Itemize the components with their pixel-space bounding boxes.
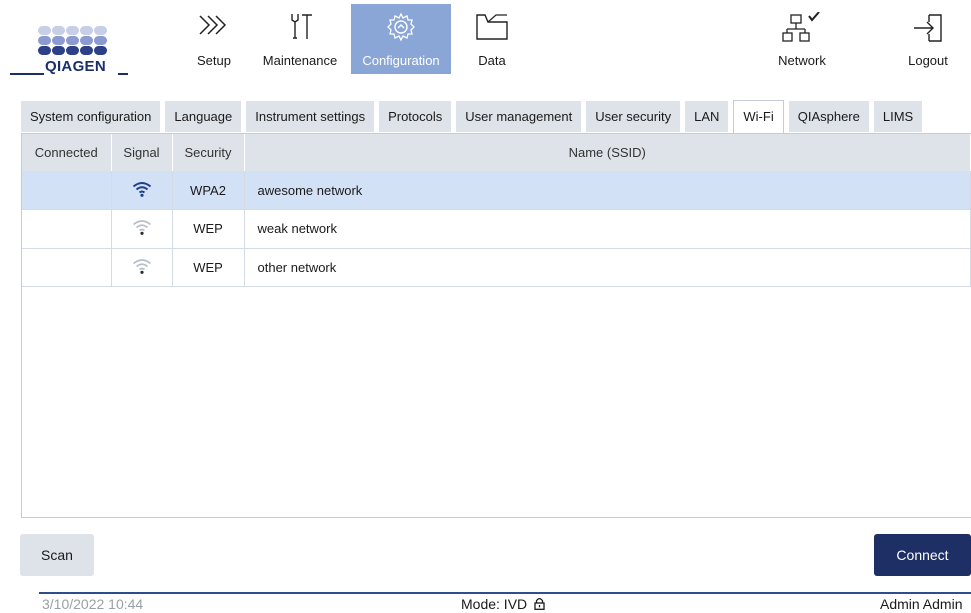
header-security: Security: [172, 134, 245, 171]
tab-qiasphere[interactable]: QIAsphere: [788, 101, 869, 132]
configuration-tabs: System configuration Language Instrument…: [21, 100, 927, 133]
logo-line-right: [118, 73, 128, 75]
lock-icon: [534, 598, 545, 610]
tab-wifi[interactable]: Wi-Fi: [733, 100, 784, 133]
scan-button[interactable]: Scan: [20, 534, 94, 576]
cell-security: WEP: [172, 248, 245, 287]
cell-signal: [111, 248, 173, 287]
wifi-weak-icon: [132, 258, 151, 274]
setup-chevrons-icon: [199, 15, 227, 35]
status-bar: 3/10/2022 10:44 Mode: IVD Admin Admin: [0, 595, 971, 613]
tab-protocols[interactable]: Protocols: [379, 101, 452, 132]
mode-indicator: Mode: IVD: [461, 596, 545, 612]
cell-ssid: weak network: [244, 209, 971, 249]
tab-user-security[interactable]: User security: [586, 101, 681, 132]
nav-network-label: Network: [778, 53, 826, 68]
table-row[interactable]: WPA2 awesome network: [22, 171, 971, 210]
footer-divider: [39, 592, 971, 594]
nav-setup[interactable]: Setup: [186, 4, 242, 74]
header-connected: Connected: [22, 134, 112, 171]
qiagen-logo: QIAGEN: [10, 26, 128, 78]
nav-maintenance-label: Maintenance: [262, 53, 338, 68]
mode-label: Mode: IVD: [461, 596, 528, 612]
header-name-ssid: Name (SSID): [244, 134, 971, 171]
nav-logout-label: Logout: [908, 53, 948, 68]
tab-system-configuration[interactable]: System configuration: [21, 101, 161, 132]
nav-setup-label: Setup: [197, 53, 231, 68]
cell-connected: [22, 171, 112, 210]
cell-ssid: awesome network: [244, 171, 971, 210]
connect-button[interactable]: Connect: [874, 534, 971, 576]
logout-icon: [914, 14, 942, 42]
cell-signal: [111, 171, 173, 210]
nav-maintenance[interactable]: Maintenance: [254, 4, 346, 74]
wifi-weak-icon: [132, 220, 151, 236]
cell-connected: [22, 209, 112, 249]
datetime-display: 3/10/2022 10:44: [42, 596, 144, 612]
maintenance-tools-icon: [291, 14, 312, 39]
logo-dots: [38, 26, 108, 60]
configuration-gear-icon: [387, 12, 415, 42]
nav-network[interactable]: Network: [770, 4, 834, 74]
top-navigation-bar: QIAGEN Setup Maintenance Configuration D…: [0, 0, 971, 80]
current-user: Admin Admin: [880, 596, 963, 612]
table-row[interactable]: WEP weak network: [22, 209, 971, 249]
wifi-networks-panel: Connected Signal Security Name (SSID) WP…: [21, 133, 971, 518]
cell-connected: [22, 248, 112, 287]
cell-ssid: other network: [244, 248, 971, 287]
tab-instrument-settings[interactable]: Instrument settings: [246, 101, 375, 132]
cell-security: WEP: [172, 209, 245, 249]
tab-lan[interactable]: LAN: [685, 101, 729, 132]
data-folder-icon: [476, 14, 508, 40]
header-signal: Signal: [111, 134, 173, 171]
brand-name: QIAGEN: [45, 58, 106, 75]
wifi-networks-table: Connected Signal Security Name (SSID) WP…: [22, 134, 971, 287]
tab-user-management[interactable]: User management: [456, 101, 582, 132]
table-row[interactable]: WEP other network: [22, 248, 971, 287]
tab-lims[interactable]: LIMS: [873, 101, 923, 132]
nav-data-label: Data: [478, 53, 506, 68]
tab-language[interactable]: Language: [165, 101, 242, 132]
cell-signal: [111, 209, 173, 249]
network-connected-icon: [782, 12, 820, 42]
nav-configuration[interactable]: Configuration: [351, 4, 451, 74]
logo-line-left: [10, 73, 44, 75]
nav-data[interactable]: Data: [462, 4, 522, 74]
nav-configuration-label: Configuration: [362, 53, 440, 68]
wifi-strong-icon: [132, 181, 151, 197]
table-header-row: Connected Signal Security Name (SSID): [22, 134, 971, 171]
nav-logout[interactable]: Logout: [896, 4, 960, 74]
cell-security: WPA2: [172, 171, 245, 210]
